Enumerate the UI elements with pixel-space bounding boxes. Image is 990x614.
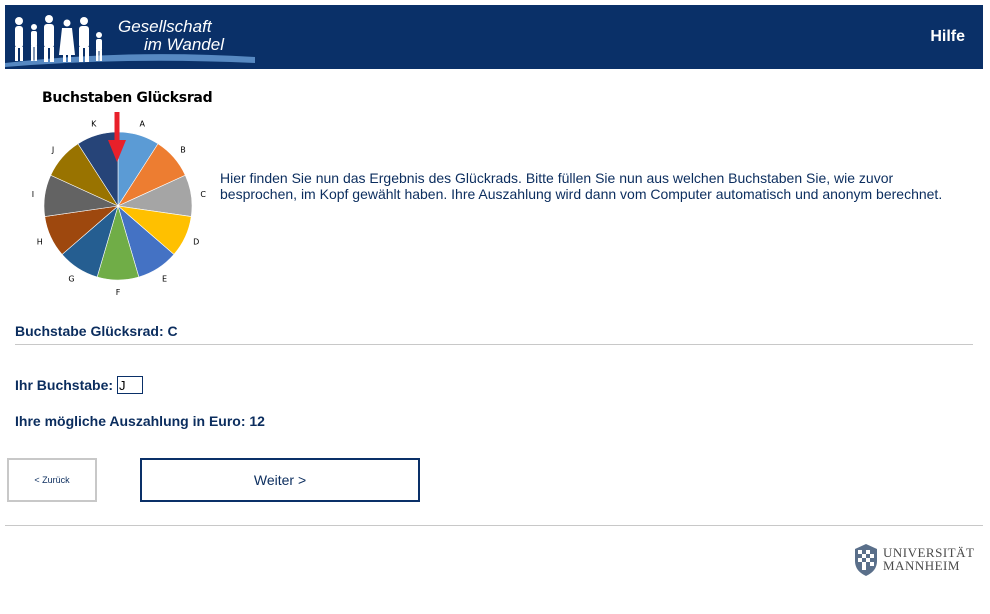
university-wordmark: UNIVERSITÄT MANNHEIM	[883, 546, 974, 572]
wheel-label-j: J	[51, 146, 54, 155]
wheel-title: Buchstaben Glücksrad	[42, 90, 213, 106]
wheel-label-g: G	[68, 274, 74, 283]
wheel-label-a: A	[139, 119, 145, 128]
brand-line1: Gesellschaft	[118, 17, 212, 36]
letter-input-row: Ihr Buchstabe:	[15, 376, 144, 394]
wheel-label-h: H	[37, 238, 43, 247]
payout-label: Ihre mögliche Auszahlung in Euro: 12	[15, 413, 265, 429]
header-bar: Gesellschaft im Wandel Hilfe	[5, 5, 983, 69]
footer-divider	[5, 525, 983, 526]
wheel-label-d: D	[193, 238, 199, 247]
brand-line2: im Wandel	[144, 35, 224, 54]
university-line2: MANNHEIM	[883, 558, 960, 573]
wheel-label-e: E	[162, 274, 167, 283]
wheel-label-c: C	[200, 190, 206, 199]
help-link[interactable]: Hilfe	[930, 28, 965, 46]
letter-input[interactable]	[117, 376, 144, 394]
next-button[interactable]: Weiter >	[140, 458, 420, 502]
divider	[15, 344, 973, 345]
wheel-result-label: Buchstabe Glücksrad: C	[15, 323, 178, 339]
letter-label: Ihr Buchstabe:	[15, 377, 114, 393]
wheel-label-f: F	[116, 288, 121, 297]
wheel-label-b: B	[180, 146, 186, 155]
wheel-label-i: I	[32, 190, 34, 199]
back-button[interactable]: < Zurück	[7, 458, 97, 502]
brand-wordmark: Gesellschaft im Wandel	[118, 18, 224, 54]
fortune-wheel: A B C D E F G H I J K	[32, 112, 206, 297]
intro-text: Hier finden Sie nun das Ergebnis des Glü…	[220, 170, 943, 202]
wheel-label-k: K	[91, 119, 97, 128]
